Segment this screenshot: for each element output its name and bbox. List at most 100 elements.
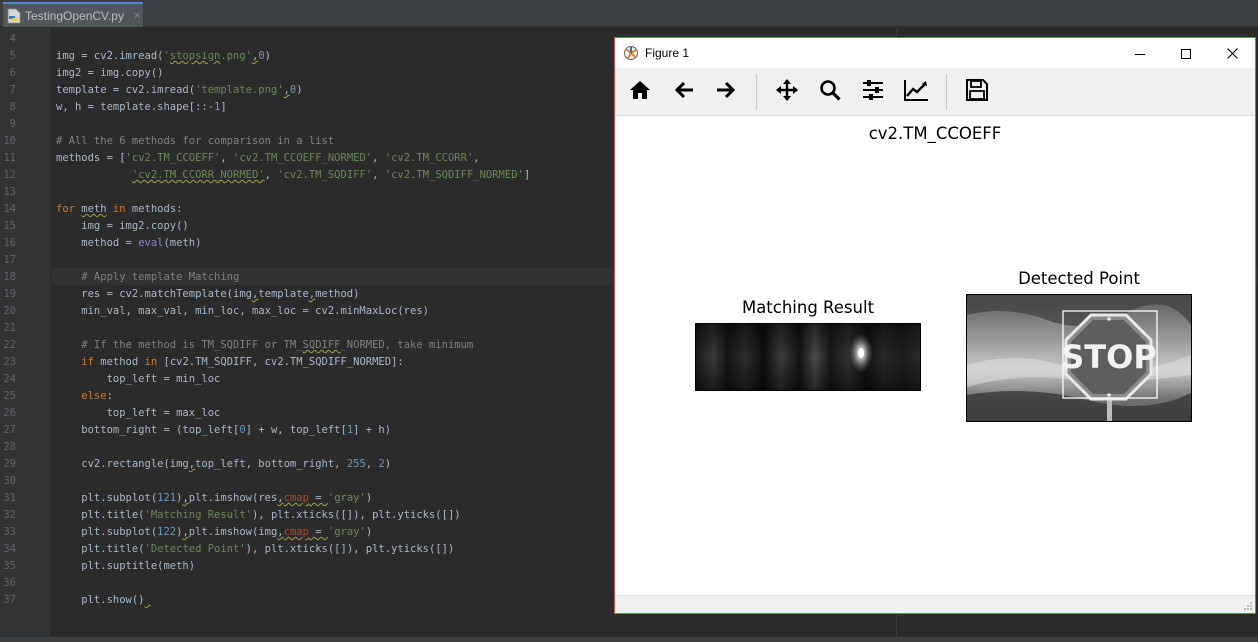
line-number: 14 — [3, 203, 16, 215]
detected-point-title: Detected Point — [1018, 269, 1140, 288]
line-number: 27 — [3, 424, 16, 436]
file-tab[interactable]: TestingOpenCV.py × — [3, 2, 143, 27]
forward-button[interactable] — [711, 77, 741, 107]
stop-sign-text: STOP — [1061, 338, 1157, 376]
zoom-icon — [819, 79, 841, 105]
configure-subplots-button[interactable] — [858, 77, 888, 107]
line-number: 31 — [3, 492, 16, 504]
line-number: 30 — [3, 475, 16, 487]
code-line: # If the method is TM_SQDIFF or TM_SQDIF… — [56, 339, 474, 351]
code-line: method = eval(meth) — [56, 237, 202, 249]
zoom-button[interactable] — [815, 77, 845, 107]
horizontal-scrollbar[interactable] — [0, 637, 1258, 642]
code-line: # Apply template Matching — [56, 271, 240, 283]
line-number: 5 — [9, 50, 16, 62]
navigation-toolbar — [615, 68, 1255, 116]
code-line: plt.title('Matching Result'), plt.xticks… — [56, 509, 461, 521]
back-arrow-icon — [674, 81, 694, 103]
line-number: 6 — [9, 67, 16, 79]
line-number: 7 — [9, 84, 16, 96]
line-number: 37 — [3, 594, 16, 606]
code-line: methods = ['cv2.TM_CCOEFF', 'cv2.TM_CCOE… — [56, 152, 480, 164]
code-line: plt.subplot(122),plt.imshow(img,cmap = '… — [56, 526, 373, 538]
file-tab-label: TestingOpenCV.py — [25, 8, 124, 23]
forward-arrow-icon — [716, 81, 736, 103]
back-button[interactable] — [669, 77, 699, 107]
line-number: 10 — [3, 135, 16, 147]
line-number: 23 — [3, 356, 16, 368]
line-number: 22 — [3, 339, 16, 351]
minimize-button[interactable] — [1117, 38, 1163, 68]
line-number: 21 — [3, 322, 16, 334]
matplotlib-icon — [623, 45, 639, 61]
code-line: top_left = min_loc — [56, 373, 221, 385]
code-line: img2 = img.copy() — [56, 67, 164, 79]
line-number: 33 — [3, 526, 16, 538]
code-line: # All the 6 methods for comparison in a … — [56, 135, 335, 147]
code-line: top_left = max_loc — [56, 407, 221, 419]
line-number: 12 — [3, 169, 16, 181]
detected-point-image: STOP — [966, 294, 1192, 422]
code-line: 'cv2.TM_CCORR_NORMED', 'cv2.TM_SQDIFF', … — [131, 169, 531, 181]
line-number: 13 — [3, 186, 16, 198]
edit-axis-icon — [903, 79, 929, 105]
line-number: 18 — [3, 271, 16, 283]
close-icon[interactable]: × — [134, 10, 140, 22]
figure-status-bar — [615, 595, 1255, 613]
toolbar-separator — [946, 74, 947, 110]
home-button[interactable] — [625, 77, 655, 107]
code-line: plt.subplot(121),plt.imshow(res,cmap = '… — [56, 492, 373, 504]
line-number: 9 — [9, 118, 16, 130]
maximize-button[interactable] — [1163, 38, 1209, 68]
figure-suptitle: cv2.TM_CCOEFF — [868, 124, 1002, 143]
line-number: 28 — [3, 441, 16, 453]
line-number: 4 — [9, 33, 16, 45]
code-line: w, h = template.shape[::-1] — [56, 101, 227, 113]
line-number: 32 — [3, 509, 16, 521]
matching-result-title: Matching Result — [741, 298, 875, 317]
code-line: res = cv2.matchTemplate(img,template,met… — [56, 288, 360, 300]
pan-button[interactable] — [772, 77, 802, 107]
resize-grip-icon[interactable] — [1243, 601, 1253, 611]
close-button[interactable] — [1209, 38, 1255, 68]
save-button[interactable] — [962, 77, 992, 107]
line-number: 11 — [3, 152, 16, 164]
line-number: 34 — [3, 543, 16, 555]
subplots-config-icon — [862, 80, 884, 104]
line-number: 29 — [3, 458, 16, 470]
edit-axis-button[interactable] — [901, 77, 931, 107]
code-line: template = cv2.imread('template.png',0) — [56, 84, 303, 96]
pan-icon — [775, 78, 799, 106]
line-number: 19 — [3, 288, 16, 300]
line-number: 20 — [3, 305, 16, 317]
figure-window-title: Figure 1 — [645, 46, 690, 60]
toolbar-separator — [756, 74, 757, 110]
code-line: if method in [cv2.TM_SQDIFF, cv2.TM_SQDI… — [81, 356, 404, 368]
line-number: 16 — [3, 237, 16, 249]
code-line: plt.suptitle(meth) — [56, 560, 196, 572]
figure-window: Figure 1 cv2.TM_CCOEFF Matching Result D… — [614, 37, 1256, 614]
figure-title-bar[interactable]: Figure 1 — [615, 38, 1255, 68]
code-line: img = cv2.imread('stopsign.png',0) — [56, 50, 271, 62]
code-line: bottom_right = (top_left[0] + w, top_lef… — [56, 424, 392, 436]
line-number: 35 — [3, 560, 16, 572]
home-icon — [629, 80, 651, 104]
code-line: else: — [81, 390, 113, 402]
line-number: 25 — [3, 390, 16, 402]
save-icon — [966, 79, 988, 105]
figure-canvas[interactable]: cv2.TM_CCOEFF Matching Result Detected P… — [615, 117, 1255, 595]
maximize-icon — [1181, 44, 1191, 63]
python-file-icon — [7, 8, 21, 24]
matching-result-image — [695, 323, 921, 391]
line-number: 26 — [3, 407, 16, 419]
minimize-icon — [1135, 44, 1145, 63]
code-line: plt.title('Detected Point'), plt.xticks(… — [56, 543, 455, 555]
close-icon — [1226, 44, 1238, 63]
code-line: min_val, max_val, min_loc, max_loc = cv2… — [56, 305, 429, 317]
line-number: 17 — [3, 254, 16, 266]
line-number: 8 — [9, 101, 16, 113]
code-line: cv2.rectangle(img,top_left, bottom_right… — [56, 458, 392, 470]
code-line: img = img2.copy() — [56, 220, 189, 232]
editor-tab-bar: TestingOpenCV.py × — [0, 0, 1258, 27]
code-line: plt.show() — [56, 594, 145, 606]
